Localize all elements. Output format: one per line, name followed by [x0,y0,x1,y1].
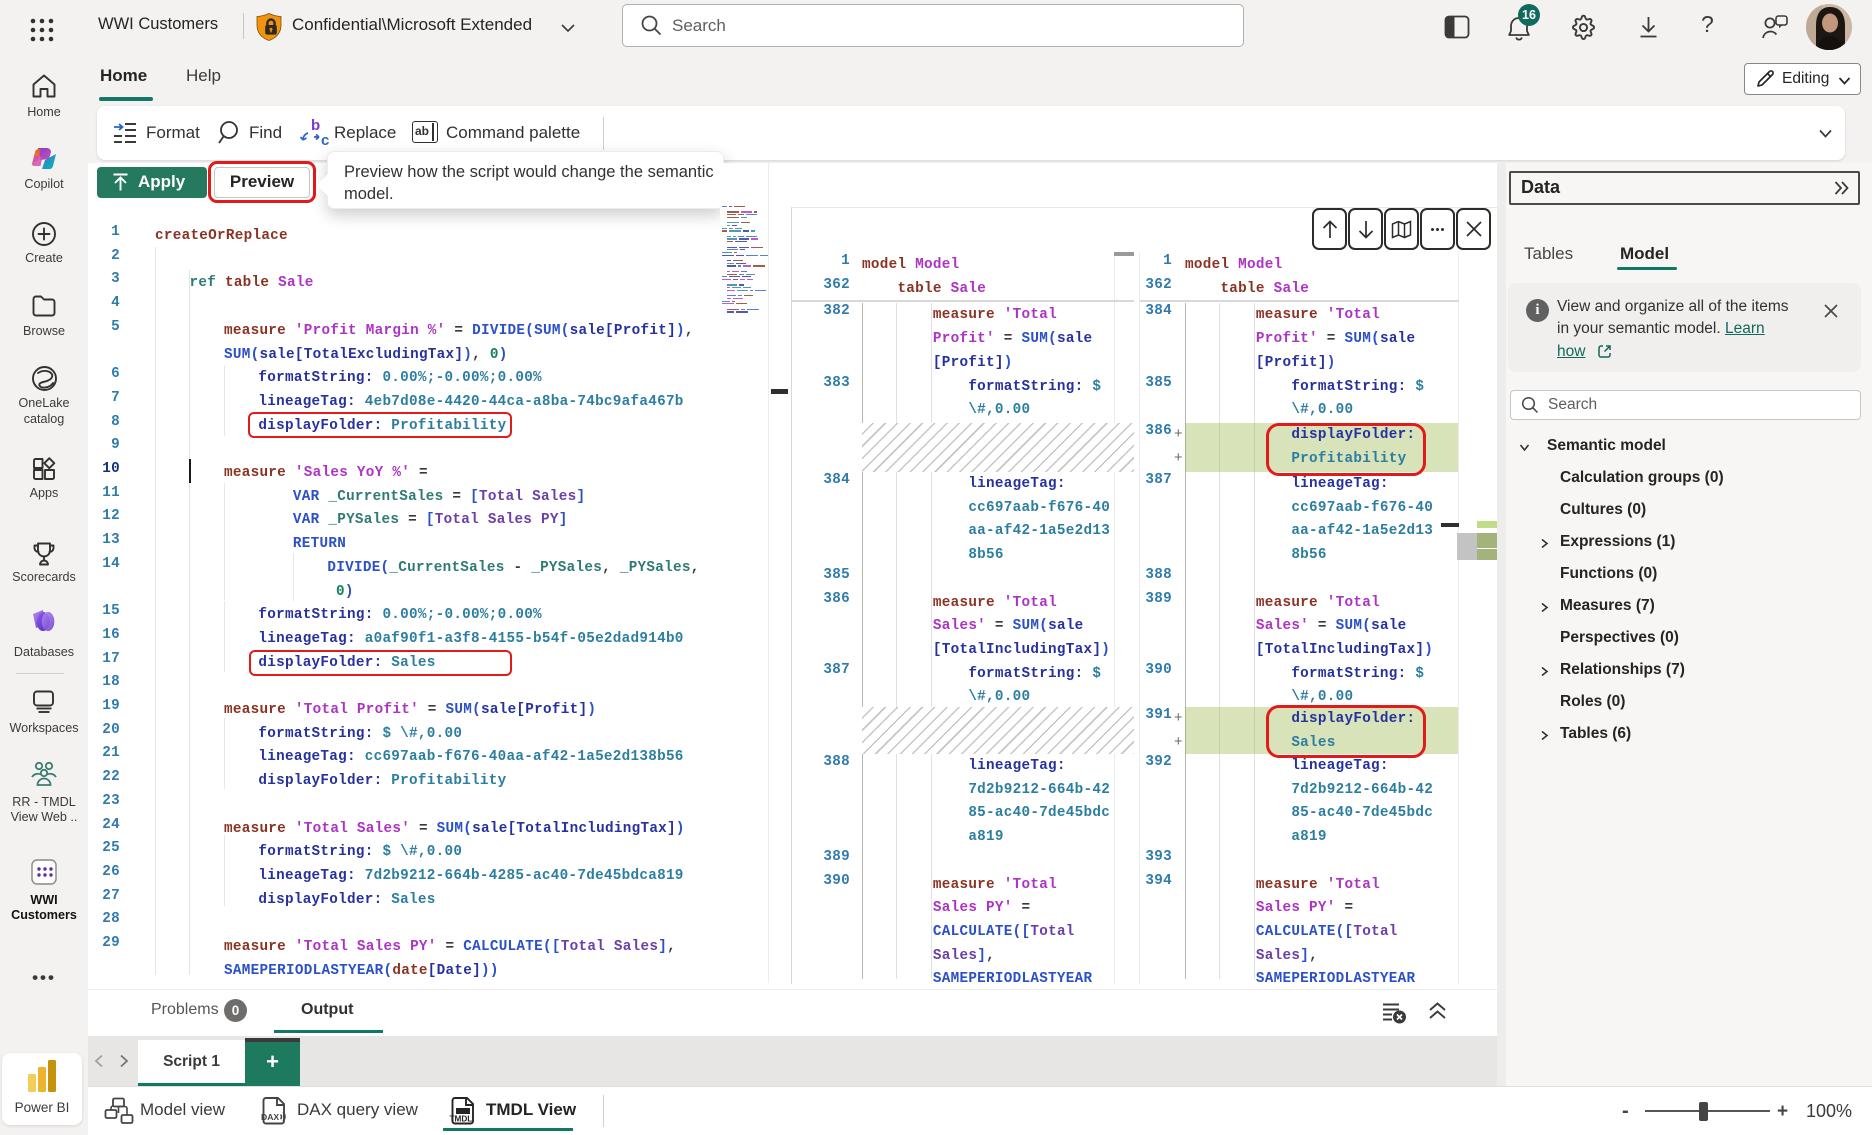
svg-text:b: b [311,117,320,134]
svg-text:TMDL: TMDL [450,1115,473,1124]
svg-text:c: c [321,132,329,149]
svg-text:DAX: DAX [261,1112,279,1122]
